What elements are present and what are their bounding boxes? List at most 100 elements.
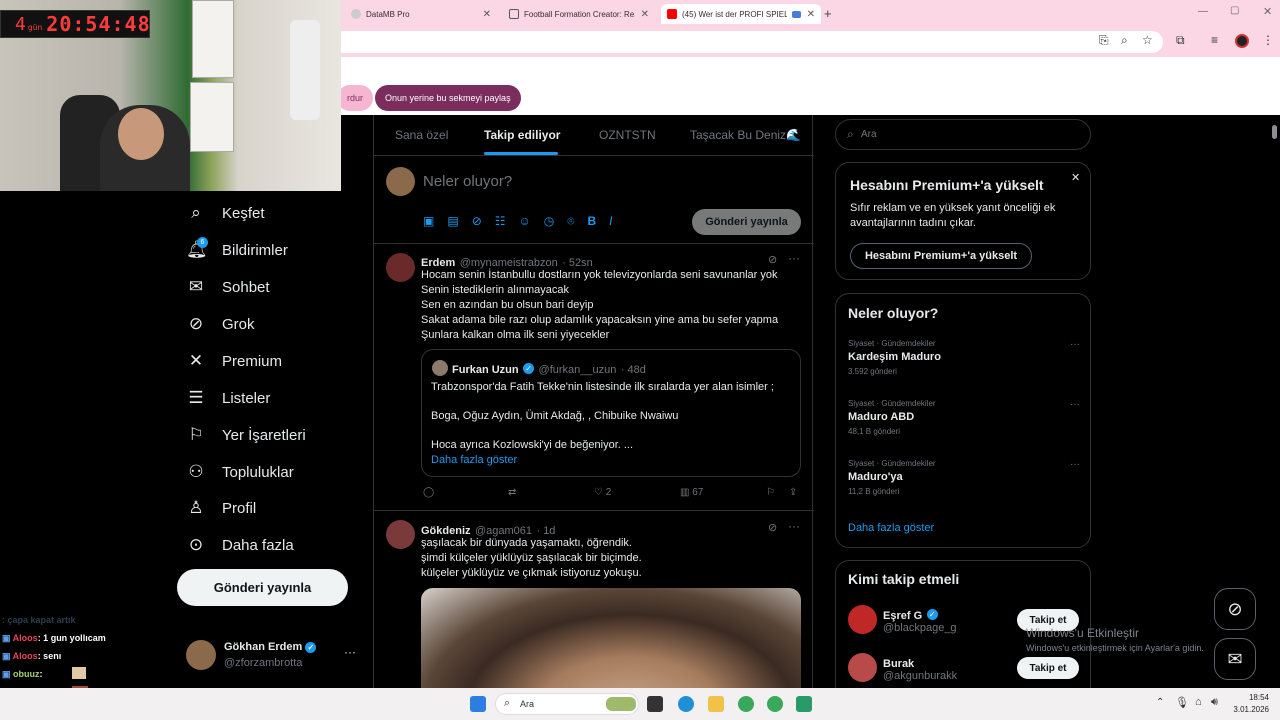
chrome-icon[interactable]	[738, 696, 754, 712]
close-icon[interactable]: ✕	[1071, 171, 1080, 184]
maximize-icon[interactable]: ▢	[1230, 5, 1239, 16]
close-icon[interactable]: ✕	[483, 9, 491, 20]
avatar[interactable]	[386, 520, 415, 549]
close-icon[interactable]: ✕	[807, 9, 815, 20]
more-icon[interactable]: ···	[788, 251, 800, 265]
tab-ozntstn[interactable]: OZNTSTN	[599, 128, 656, 142]
share-pill-left[interactable]: rdur	[337, 85, 374, 111]
image-icon[interactable]: ▣	[423, 214, 434, 229]
sidebar-item-chat[interactable]: ✉ Sohbet	[186, 272, 270, 302]
views-button[interactable]: ▥ 67	[680, 487, 703, 498]
location-icon[interactable]: ⌾	[567, 214, 574, 229]
grok-icon[interactable]: ⊘	[768, 521, 777, 534]
chrome-icon[interactable]	[767, 696, 783, 712]
microphone-icon[interactable]: 🎙︎	[1175, 696, 1189, 709]
close-window-icon[interactable]: ✕	[1263, 5, 1272, 18]
grok-fab[interactable]: ⊘	[1214, 588, 1256, 630]
bold-icon[interactable]: B	[587, 214, 596, 229]
avatar[interactable]	[186, 640, 216, 670]
start-icon[interactable]	[470, 696, 486, 712]
follow-button[interactable]: Takip et	[1017, 657, 1079, 679]
browser-tab-bar: DataMB Pro ✕ Football Formation Creator:…	[341, 0, 1280, 27]
tab-datamb[interactable]: DataMB Pro ✕	[345, 4, 497, 24]
compose-post-button[interactable]: Gönderi yayınla	[692, 209, 801, 235]
menu-icon[interactable]: ⋮	[1262, 33, 1274, 47]
tab-tasacak[interactable]: Taşacak Bu Deniz🌊	[690, 128, 801, 142]
sidebar-item-lists[interactable]: ☰ Listeler	[186, 383, 270, 413]
verified-icon: ✓	[926, 609, 938, 621]
profile-avatar[interactable]	[1235, 34, 1249, 48]
like-button[interactable]: ♡ 2	[594, 487, 611, 498]
sidebar-item-communities[interactable]: ⚇ Topluluklar	[186, 457, 293, 487]
taskbar-clock[interactable]: 18:54 3.01.2026	[1233, 693, 1269, 714]
quoted-post[interactable]: Furkan Uzun ✓ @furkan__uzun · 48d Trabzo…	[421, 349, 801, 477]
bookmark-icon[interactable]: ⚐	[766, 487, 775, 498]
sidebar-item-grok[interactable]: ⊘ Grok	[186, 309, 255, 339]
tab-for-you[interactable]: Sana özel	[395, 128, 448, 142]
minimize-icon[interactable]: —	[1198, 6, 1208, 17]
sidebar-item-premium[interactable]: ✕ Premium	[186, 346, 282, 376]
share-icon[interactable]: ⇪	[789, 487, 797, 498]
trend-item[interactable]: Siyaset · Gündemdekiler Kardeşim Maduro …	[848, 339, 1080, 376]
account-menu-button[interactable]: ···	[344, 645, 356, 659]
italic-icon[interactable]: I	[609, 214, 612, 229]
show-more-link[interactable]: Daha fazla göster	[431, 453, 517, 468]
grok-icon[interactable]: ⊘	[472, 214, 482, 229]
close-icon[interactable]: ✕	[641, 9, 649, 20]
trend-count: 3.592 gönderi	[848, 367, 897, 376]
app-icon[interactable]	[796, 696, 812, 712]
post-button[interactable]: Gönderi yayınla	[177, 569, 348, 606]
post-text-line: külçeler yüklüyüz ve çıkmak istiyoruz yo…	[421, 567, 642, 579]
quote-author: Furkan Uzun	[452, 364, 519, 376]
zoom-icon[interactable]: ⌕	[1121, 33, 1128, 48]
avatar[interactable]	[386, 253, 415, 282]
network-icon[interactable]: ⌂	[1195, 696, 1202, 708]
search-input[interactable]: Ara	[861, 129, 877, 140]
messages-fab[interactable]: ✉	[1214, 638, 1256, 680]
more-icon[interactable]: ···	[1070, 459, 1080, 470]
poll-icon[interactable]: ☷	[495, 214, 506, 229]
media-icon[interactable]: ≡	[1211, 33, 1218, 47]
emoji-icon[interactable]: ☺	[519, 214, 531, 229]
tab-youtube[interactable]: (45) Wer ist der PROFI SPIEL ✕	[661, 4, 821, 24]
reply-icon[interactable]: ◯	[423, 487, 434, 498]
task-view-icon[interactable]	[647, 696, 663, 712]
search-box[interactable]: ⌕ Ara	[835, 119, 1091, 150]
sidebar-item-label: Sohbet	[222, 278, 270, 296]
scrollbar-thumb[interactable]	[1272, 125, 1277, 139]
new-tab-button[interactable]: +	[824, 6, 832, 21]
grok-icon[interactable]: ⊘	[768, 253, 777, 266]
tray-chevron-icon[interactable]: ⌃	[1156, 697, 1164, 708]
repost-icon[interactable]: ⇄	[508, 487, 516, 498]
share-this-tab-button[interactable]: Onun yerine bu sekmeyi paylaş	[375, 85, 521, 111]
gif-icon[interactable]: ▤	[447, 214, 458, 229]
sidebar-item-profile[interactable]: ♙ Profil	[186, 493, 256, 523]
install-icon[interactable]: ⎘	[1099, 33, 1109, 48]
sidebar-item-explore[interactable]: ⌕ Keşfet	[186, 198, 264, 228]
avatar[interactable]	[848, 653, 877, 682]
trend-item[interactable]: Siyaset · Gündemdekiler Maduro'ya 11,2 B…	[848, 459, 1080, 496]
trends-show-more-link[interactable]: Daha fazla göster	[848, 522, 934, 534]
edge-icon[interactable]	[678, 696, 694, 712]
compose-input[interactable]: Neler oluyor?	[423, 173, 512, 190]
avatar[interactable]	[848, 605, 877, 634]
tab-following[interactable]: Takip ediliyor	[484, 128, 560, 142]
moderator-icon: ▣	[2, 651, 13, 661]
sidebar-item-more[interactable]: ⊙ Daha fazla	[186, 530, 294, 560]
more-icon[interactable]: ···	[788, 519, 800, 533]
tab-formation[interactable]: Football Formation Creator: Re ✕	[503, 4, 655, 24]
taskbar-search[interactable]: ⌕ Ara	[495, 693, 639, 715]
post-image[interactable]	[421, 588, 801, 688]
star-icon[interactable]: ☆	[1142, 33, 1153, 47]
file-explorer-icon[interactable]	[708, 696, 724, 712]
address-bar[interactable]	[341, 31, 1163, 53]
more-icon[interactable]: ···	[1070, 399, 1080, 410]
trend-item[interactable]: Siyaset · Gündemdekiler Maduro ABD 48,1 …	[848, 399, 1080, 436]
schedule-icon[interactable]: ◷	[544, 214, 554, 229]
sidebar-item-notifications[interactable]: 🔔︎ 6 Bildirimler	[186, 235, 288, 265]
sidebar-item-bookmarks[interactable]: ⚐ Yer İşaretleri	[186, 420, 305, 450]
volume-icon[interactable]: 🔊︎	[1211, 696, 1218, 709]
premium-upgrade-button[interactable]: Hesabını Premium+'a yükselt	[850, 243, 1032, 269]
extensions-icon[interactable]: ⧉	[1176, 33, 1185, 48]
more-icon[interactable]: ···	[1070, 339, 1080, 350]
